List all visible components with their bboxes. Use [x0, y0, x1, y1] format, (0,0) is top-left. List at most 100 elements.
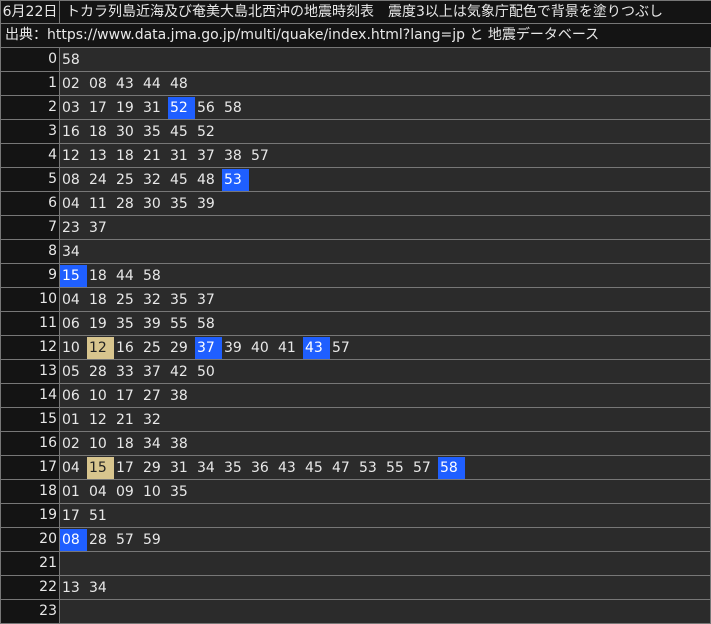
hour-row: 15 01 12 21 32: [0, 408, 711, 432]
minute-entry: 47: [332, 459, 350, 476]
minutes-cell: 08 28 57 59: [60, 528, 711, 551]
hour-label: 3: [0, 120, 60, 143]
minute-entry: 28: [116, 195, 134, 212]
minute-entry: 16: [116, 339, 134, 356]
minute-entry: 35: [143, 123, 161, 140]
hour-label: 20: [0, 528, 60, 551]
hour-label: 9: [0, 264, 60, 287]
minute-entry: 01: [62, 483, 80, 500]
minute-entry: 35: [170, 195, 188, 212]
minute-entry-highlighted: 12: [87, 336, 114, 359]
minute-entry: 17: [116, 387, 134, 404]
minutes-cell: 03 17 19 31 52 56 58: [60, 96, 711, 119]
minute-entry: 59: [143, 531, 161, 548]
quake-timetable: 6月22日 トカラ列島近海及び奄美大島北西沖の地震時刻表 震度3以上は気象庁配色…: [0, 0, 711, 624]
hour-label: 2: [0, 96, 60, 119]
minute-entry: 05: [62, 363, 80, 380]
minute-entry: 58: [197, 315, 215, 332]
minute-entry: 18: [89, 291, 107, 308]
hour-row: 10 04 18 25 32 35 37: [0, 288, 711, 312]
minute-entry: 06: [62, 387, 80, 404]
hour-label: 22: [0, 576, 60, 599]
hour-label: 4: [0, 144, 60, 167]
hour-label: 8: [0, 240, 60, 263]
minute-entry: 45: [170, 123, 188, 140]
minutes-cell: 02 10 18 34 38: [60, 432, 711, 455]
hour-row: 16 02 10 18 34 38: [0, 432, 711, 456]
minute-entry: 03: [62, 99, 80, 116]
minute-entry: 57: [413, 459, 431, 476]
minute-entry: 01: [62, 411, 80, 428]
minutes-cell: 12 13 18 21 31 37 38 57: [60, 144, 711, 167]
minutes-cell: 15 18 44 58: [60, 264, 711, 287]
hour-row: 5 08 24 25 32 45 48 53: [0, 168, 711, 192]
hour-row: 20 08 28 57 59: [0, 528, 711, 552]
hour-label: 1: [0, 72, 60, 95]
hour-row: 13 05 28 33 37 42 50: [0, 360, 711, 384]
hour-label: 11: [0, 312, 60, 335]
minute-entry: 34: [62, 243, 80, 260]
minute-entry: 25: [143, 339, 161, 356]
minute-entry: 28: [89, 363, 107, 380]
minute-entry: 28: [89, 531, 107, 548]
minute-entry: 09: [116, 483, 134, 500]
minutes-cell: 04 18 25 32 35 37: [60, 288, 711, 311]
minute-entry: 02: [62, 75, 80, 92]
minutes-cell: 16 18 30 35 45 52: [60, 120, 711, 143]
minutes-cell: 04 11 28 30 35 39: [60, 192, 711, 215]
hour-label: 5: [0, 168, 60, 191]
minute-entry: 51: [89, 507, 107, 524]
minute-entry: 35: [224, 459, 242, 476]
hour-row: 23: [0, 600, 711, 624]
minute-entry: 06: [62, 315, 80, 332]
minute-entry-highlighted: 52: [168, 96, 195, 119]
minute-entry: 10: [62, 339, 80, 356]
minute-entry: 58: [143, 267, 161, 284]
minute-entry: 21: [143, 147, 161, 164]
minute-entry: 42: [170, 363, 188, 380]
hour-label: 10: [0, 288, 60, 311]
minute-entry-highlighted: 15: [60, 264, 87, 287]
hour-row: 2 03 17 19 31 52 56 58: [0, 96, 711, 120]
minute-entry: 57: [116, 531, 134, 548]
minute-entry: 12: [62, 147, 80, 164]
minute-entry: 39: [197, 195, 215, 212]
minute-entry: 44: [116, 267, 134, 284]
minute-entry: 25: [116, 291, 134, 308]
minute-entry: 31: [170, 459, 188, 476]
minute-entry: 39: [224, 339, 242, 356]
hour-row: 22 13 34: [0, 576, 711, 600]
minute-entry: 17: [89, 99, 107, 116]
minute-entry: 04: [62, 195, 80, 212]
minute-entry: 18: [116, 147, 134, 164]
minute-entry: 55: [170, 315, 188, 332]
minutes-cell: 05 28 33 37 42 50: [60, 360, 711, 383]
minute-entry: 16: [62, 123, 80, 140]
minute-entry: 53: [359, 459, 377, 476]
minute-entry-highlighted: 58: [438, 456, 465, 479]
minutes-cell: 01 12 21 32: [60, 408, 711, 431]
minute-entry: 57: [332, 339, 350, 356]
hour-row: 17 04 15 17 29 31 34 35 36 43 45 47 53 55 57 58: [0, 456, 711, 480]
minute-entry: 04: [62, 291, 80, 308]
minutes-cell: 13 34: [60, 576, 711, 599]
hour-row: 18 01 04 09 10 35: [0, 480, 711, 504]
minutes-cell: 17 51: [60, 504, 711, 527]
hour-label: 17: [0, 456, 60, 479]
hour-label: 12: [0, 336, 60, 359]
minute-entry-highlighted: 08: [60, 528, 87, 551]
minute-entry: 34: [197, 459, 215, 476]
minute-entry: 44: [143, 75, 161, 92]
minute-entry: 30: [116, 123, 134, 140]
minute-entry: 24: [89, 171, 107, 188]
minute-entry: 10: [89, 387, 107, 404]
minute-entry: 19: [89, 315, 107, 332]
hour-label: 18: [0, 480, 60, 503]
minute-entry: 58: [224, 99, 242, 116]
minute-entry: 04: [89, 483, 107, 500]
minute-entry: 45: [170, 171, 188, 188]
minute-entry: 33: [116, 363, 134, 380]
minute-entry: 57: [251, 147, 269, 164]
hour-row: 11 06 19 35 39 55 58: [0, 312, 711, 336]
hour-label: 6: [0, 192, 60, 215]
